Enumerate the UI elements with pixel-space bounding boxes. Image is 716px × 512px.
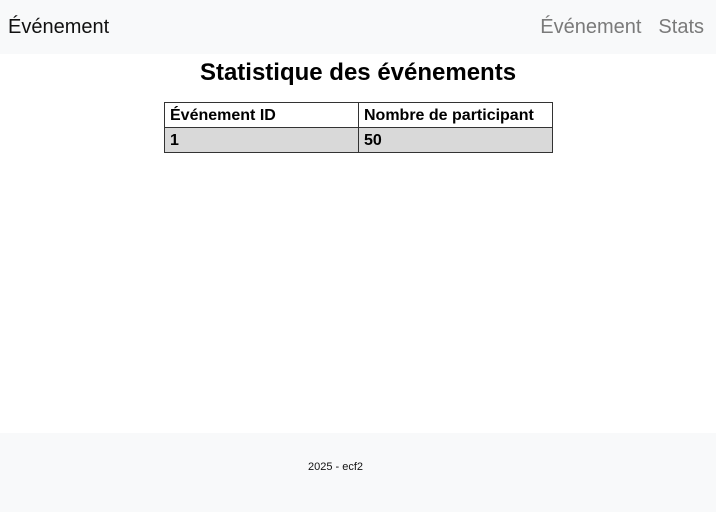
page-title: Statistique des événements — [199, 59, 517, 86]
brand-link[interactable]: Événement — [8, 15, 109, 39]
table-header-row: Événement ID Nombre de participant — [164, 102, 553, 128]
footer: 2025 - ecf2 — [0, 433, 716, 512]
page: Événement Événement Stats Statistique de… — [0, 0, 716, 512]
cell-event-id: 1 — [164, 127, 359, 153]
column-header-participants: Nombre de participant — [358, 102, 553, 128]
stats-table: Événement ID Nombre de participant 1 50 — [164, 102, 553, 153]
cell-participants: 50 — [358, 127, 553, 153]
nav-links: Événement Stats — [540, 15, 704, 39]
nav-link-stats[interactable]: Stats — [658, 15, 704, 39]
nav-link-evenement[interactable]: Événement — [540, 15, 641, 39]
table-row: 1 50 — [164, 127, 553, 153]
navbar: Événement Événement Stats — [0, 0, 716, 54]
footer-text: 2025 - ecf2 — [308, 461, 364, 473]
column-header-event-id: Événement ID — [164, 102, 359, 128]
